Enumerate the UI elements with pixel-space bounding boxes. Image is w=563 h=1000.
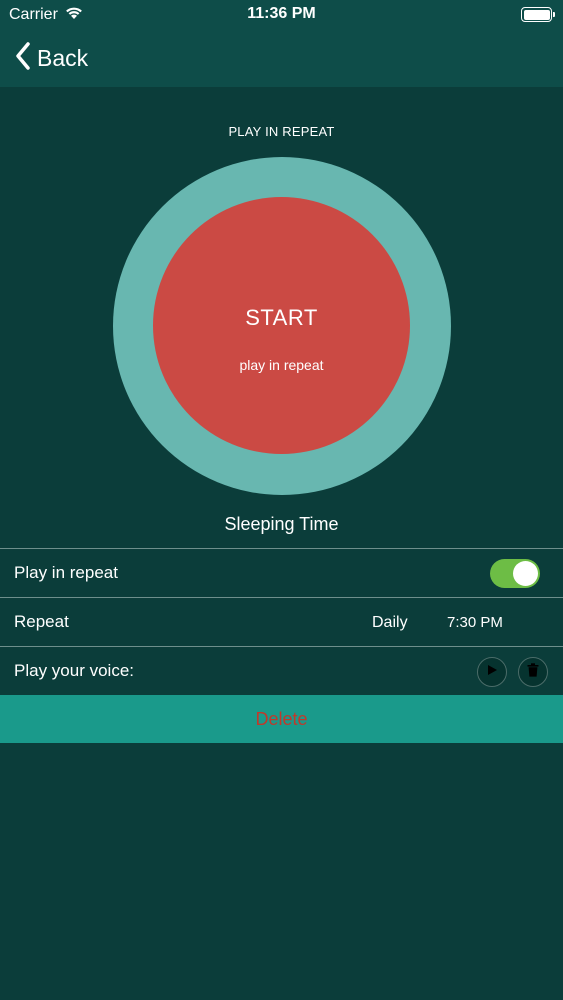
play-in-repeat-label: Play in repeat	[14, 563, 118, 582]
trash-icon	[527, 662, 539, 682]
section-title: PLAY IN REPEAT	[228, 124, 335, 139]
repeat-label: Repeat	[14, 612, 69, 631]
delete-button[interactable]: Delete	[0, 695, 563, 743]
battery-icon	[521, 7, 555, 22]
nav-bar: Back	[0, 30, 563, 87]
sleeping-time-title: Sleeping Time	[224, 514, 339, 534]
start-button[interactable]: START play in repeat	[153, 197, 410, 454]
back-button[interactable]: Back	[15, 42, 88, 75]
status-bar: Carrier 11:36 PM	[0, 0, 563, 30]
play-icon	[486, 663, 498, 681]
play-voice-button[interactable]	[477, 657, 507, 687]
repeat-row[interactable]: Repeat Daily 7:30 PM	[0, 598, 563, 646]
delete-voice-button[interactable]	[518, 657, 548, 687]
play-voice-row: Play your voice:	[0, 647, 563, 695]
chevron-left-icon	[15, 42, 31, 75]
repeat-frequency[interactable]: Daily	[372, 614, 408, 632]
repeat-time[interactable]: 7:30 PM	[447, 614, 503, 631]
play-voice-label: Play your voice:	[14, 661, 134, 680]
start-label: START	[245, 305, 318, 330]
start-sublabel: play in repeat	[239, 357, 324, 373]
back-label: Back	[37, 45, 89, 71]
status-time: 11:36 PM	[247, 5, 316, 22]
screen: Carrier 11:36 PM Back PLAY IN REPEAT STA…	[0, 0, 563, 1000]
play-in-repeat-toggle[interactable]	[490, 559, 540, 588]
play-in-repeat-row: Play in repeat	[0, 549, 563, 597]
toggle-knob	[513, 561, 538, 586]
